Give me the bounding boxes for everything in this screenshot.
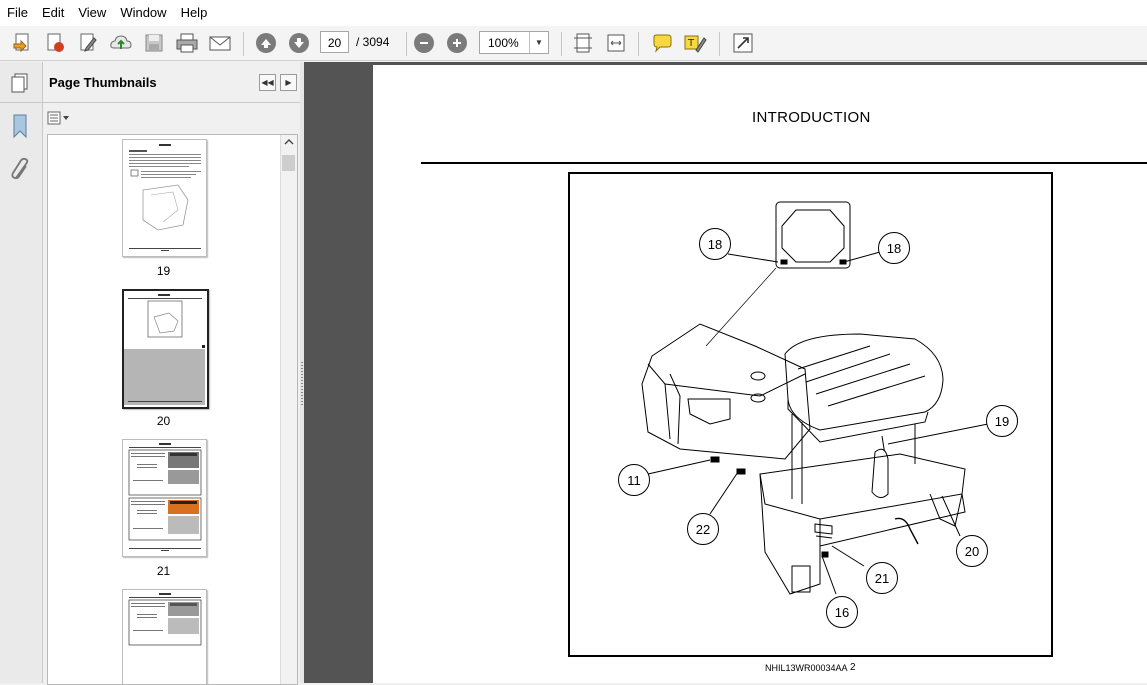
edit-pdf-icon[interactable] bbox=[75, 30, 101, 56]
attachments-icon[interactable] bbox=[8, 156, 32, 182]
chevron-right-icon[interactable]: ▶ bbox=[280, 74, 297, 91]
toolbar-separator bbox=[243, 32, 244, 56]
thumbnail-label: 20 bbox=[156, 414, 171, 428]
callout-18-left: 18 bbox=[699, 228, 731, 260]
toolbar-separator bbox=[719, 32, 720, 56]
menu-window[interactable]: Window bbox=[113, 0, 173, 26]
callout-20: 20 bbox=[956, 535, 988, 567]
open-icon[interactable] bbox=[9, 30, 35, 56]
page-preview bbox=[128, 443, 202, 551]
menu-edit[interactable]: Edit bbox=[35, 0, 71, 26]
chevron-down-icon[interactable]: ▼ bbox=[529, 32, 548, 53]
page-preview bbox=[124, 294, 205, 405]
toolbar: T bbox=[0, 26, 1147, 61]
thumbnails-panel: Page Thumbnails ◀◀ ▶ 19 20 21 bbox=[43, 62, 300, 685]
zoom-out-icon[interactable] bbox=[411, 30, 437, 56]
highlight-text-icon[interactable]: T bbox=[682, 30, 708, 56]
thumbnail-list[interactable]: 19 20 21 bbox=[47, 134, 298, 685]
menu-view[interactable]: View bbox=[71, 0, 113, 26]
comment-icon[interactable] bbox=[649, 30, 675, 56]
callout-21: 21 bbox=[866, 562, 898, 594]
collapse-panel-icon[interactable]: ◀◀ bbox=[259, 74, 276, 91]
thumbnail-label: 21 bbox=[156, 564, 171, 578]
thumbnail-page-19[interactable] bbox=[122, 139, 207, 257]
page-number-input[interactable]: 20 bbox=[320, 31, 349, 53]
page-count: / 3094 bbox=[356, 35, 390, 49]
machine-illustration bbox=[641, 201, 989, 595]
navigation-rail bbox=[0, 62, 43, 683]
create-pdf-icon[interactable] bbox=[42, 30, 68, 56]
thumbnail-label: 19 bbox=[156, 264, 171, 278]
save-icon[interactable] bbox=[141, 30, 167, 56]
callout-19: 19 bbox=[986, 405, 1018, 437]
thumbnail-page-20[interactable] bbox=[122, 289, 209, 409]
previous-page-icon[interactable] bbox=[253, 30, 279, 56]
fit-width-icon[interactable] bbox=[603, 30, 629, 56]
zoom-value: 100% bbox=[488, 36, 519, 50]
figure-code: NHIL13WR00034AA bbox=[765, 663, 848, 673]
pages-icon[interactable] bbox=[9, 72, 31, 94]
email-icon[interactable] bbox=[207, 30, 233, 56]
toolbar-separator bbox=[561, 32, 562, 56]
menu-bar: File Edit View Window Help bbox=[0, 0, 1147, 26]
fit-page-icon[interactable] bbox=[570, 30, 596, 56]
thumbnail-scrollbar[interactable] bbox=[280, 135, 297, 684]
scroll-up-icon[interactable] bbox=[281, 135, 297, 149]
toolbar-separator bbox=[638, 32, 639, 56]
figure-number: 2 bbox=[850, 662, 856, 673]
thumbnail-page-22[interactable] bbox=[122, 589, 207, 684]
options-menu-icon bbox=[47, 111, 69, 125]
svg-text:T: T bbox=[687, 38, 695, 49]
menu-help[interactable]: Help bbox=[174, 0, 215, 26]
zoom-in-icon[interactable] bbox=[444, 30, 470, 56]
page-preview bbox=[128, 593, 202, 646]
panel-header: Page Thumbnails ◀◀ ▶ bbox=[43, 62, 300, 103]
next-page-icon[interactable] bbox=[286, 30, 312, 56]
callout-22: 22 bbox=[687, 513, 719, 545]
callout-18-right: 18 bbox=[878, 232, 910, 264]
thumbnail-options-button[interactable] bbox=[47, 109, 73, 127]
callout-16: 16 bbox=[826, 596, 858, 628]
cloud-upload-icon[interactable] bbox=[108, 30, 134, 56]
bookmarks-icon[interactable] bbox=[10, 113, 30, 139]
page-preview bbox=[129, 144, 201, 251]
full-screen-icon[interactable] bbox=[730, 30, 756, 56]
toolbar-separator bbox=[406, 32, 407, 56]
title-rule bbox=[421, 162, 1147, 164]
rail-header bbox=[0, 62, 42, 103]
zoom-select[interactable]: 100% ▼ bbox=[479, 31, 549, 54]
print-icon[interactable] bbox=[174, 30, 200, 56]
thumbnail-page-21[interactable] bbox=[122, 439, 207, 557]
panel-title: Page Thumbnails bbox=[49, 75, 157, 90]
callout-11: 11 bbox=[618, 464, 650, 496]
scrollbar-thumb[interactable] bbox=[282, 155, 295, 171]
menu-file[interactable]: File bbox=[0, 0, 35, 26]
page-title: INTRODUCTION bbox=[752, 109, 871, 126]
